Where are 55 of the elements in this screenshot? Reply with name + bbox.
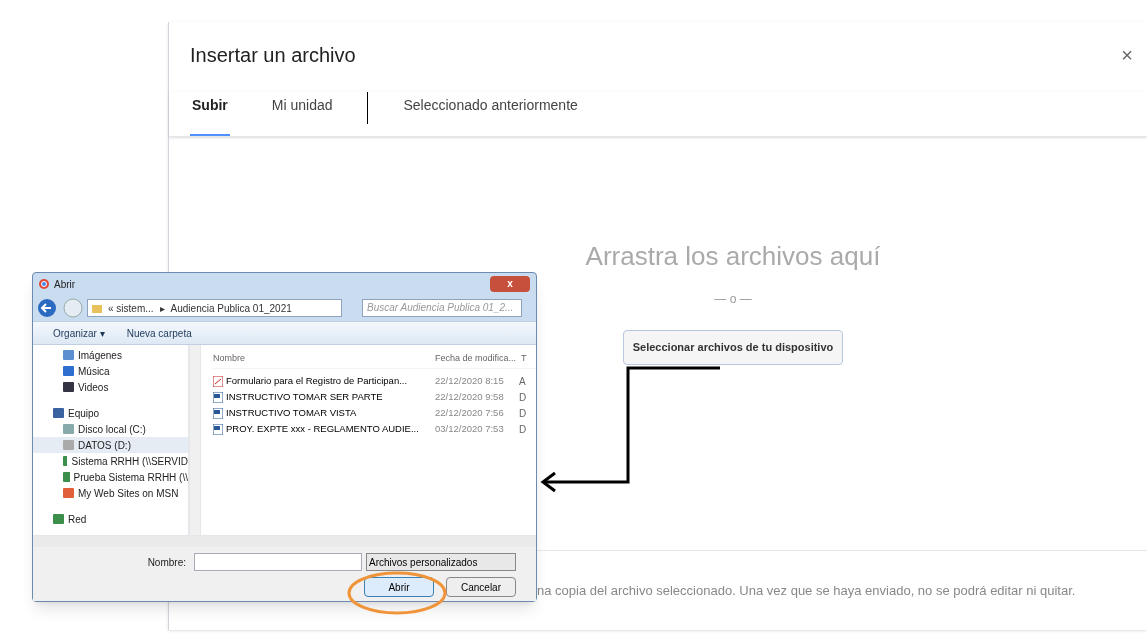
nav-item[interactable]: Disco local (C:) <box>33 421 188 437</box>
document-icon <box>213 391 223 403</box>
field-label: Nombre: <box>147 555 186 570</box>
nav-item[interactable]: Red <box>33 511 188 527</box>
column-header[interactable]: Fecha de modifica... <box>435 351 521 366</box>
address-bar[interactable]: « sistem... ▸ Audiencia Publica 01_2021 <box>87 299 342 317</box>
tab[interactable]: Mi unidad <box>271 95 333 136</box>
tab[interactable]: Subir <box>190 95 230 136</box>
pdf-file-icon <box>213 375 223 387</box>
open-button[interactable]: Abrir <box>364 577 434 597</box>
file-type: D <box>519 390 528 405</box>
nav-item[interactable]: Música <box>33 363 188 379</box>
toolbar-button[interactable]: Nueva carpeta <box>126 325 192 341</box>
file-name[interactable]: PROY. EXPTE xxx - REGLAMENTO AUDIE... <box>213 421 435 437</box>
filename-field[interactable] <box>194 553 362 571</box>
separator-text: — o — <box>714 291 752 308</box>
document-icon <box>213 423 223 435</box>
file-type: D <box>519 422 528 437</box>
nav-item[interactable]: Imágenes <box>33 347 188 363</box>
footer-note: na copia del archivo seleccionado. Una vez que se haya enviado, no se podrá editar ni quitar. <box>537 582 1076 598</box>
nav-item[interactable]: My Web Sites on MSN <box>33 485 188 501</box>
column-header[interactable]: Nombre <box>213 351 435 366</box>
column-header[interactable]: T <box>521 351 531 366</box>
file-date: 22/12/2020 8:15 <box>435 373 505 388</box>
file-date: 22/12/2020 9:58 <box>435 389 505 404</box>
file-type: A <box>519 374 527 389</box>
scrollbar[interactable] <box>33 535 536 547</box>
scrollbar[interactable] <box>189 345 201 535</box>
nav-item[interactable]: Sistema RRHH (\\SERVID <box>33 453 188 469</box>
close-button[interactable]: × <box>1121 40 1133 70</box>
drop-zone-text: Arrastra los archivos aquí <box>585 240 881 273</box>
file-name[interactable]: INSTRUCTIVO TOMAR VISTA <box>213 405 435 421</box>
dialog-title: Insertar un archivo <box>190 43 356 68</box>
breadcrumb[interactable]: Audiencia Publica 01_2021 <box>170 300 292 316</box>
breadcrumb[interactable]: « sistem... <box>108 300 154 316</box>
file-name[interactable]: INSTRUCTIVO TOMAR SER PARTE <box>213 389 435 405</box>
file-date: 03/12/2020 7:53 <box>435 421 505 436</box>
select-files-button[interactable]: Seleccionar archivos de tu dispositivo <box>622 330 844 365</box>
close-button[interactable]: x <box>490 276 530 292</box>
document-icon <box>213 407 223 419</box>
back-icon[interactable] <box>37 298 59 318</box>
breadcrumb-separator: ▸ <box>159 301 165 316</box>
window-title: Abrir <box>54 277 76 292</box>
file-type: D <box>519 406 528 421</box>
nav-item[interactable]: Videos <box>33 379 188 395</box>
cancel-button[interactable]: Cancelar <box>446 577 516 597</box>
toolbar-button[interactable]: Organizar ▾ <box>53 325 105 341</box>
nav-item[interactable]: DATOS (D:) <box>33 437 188 453</box>
tab[interactable]: Seleccionado anteriormente <box>403 95 578 136</box>
file-name[interactable]: Formulario para el Registro de Participan... <box>213 373 435 389</box>
nav-item[interactable]: Equipo <box>33 405 188 421</box>
nav-item[interactable]: Prueba Sistema RRHH (\\ <box>33 469 188 485</box>
file-type-dropdown[interactable]: Archivos personalizados <box>366 553 516 571</box>
file-date: 22/12/2020 7:56 <box>435 405 505 420</box>
app-icon <box>39 279 49 289</box>
